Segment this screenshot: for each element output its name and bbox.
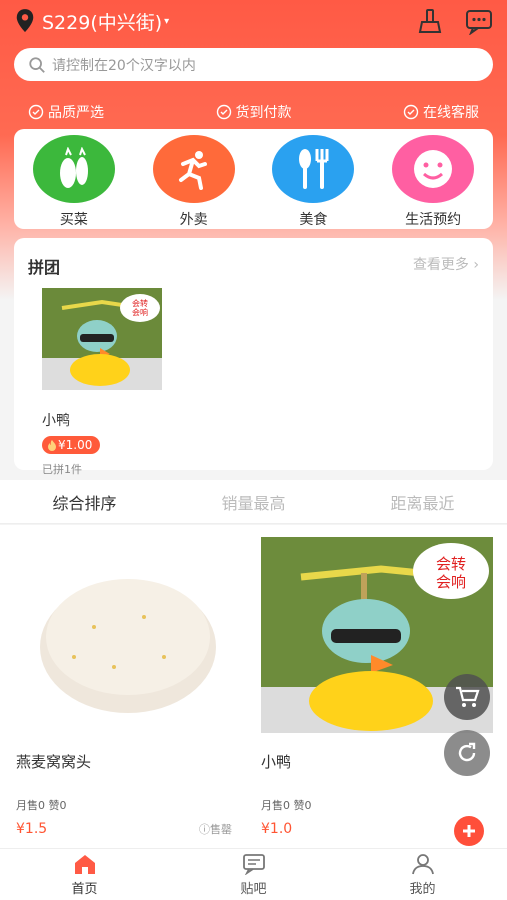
fire-icon — [48, 440, 56, 451]
tab-home[interactable]: 首页 — [0, 849, 169, 900]
check-circle-icon — [403, 104, 419, 120]
vegetables-icon — [32, 135, 115, 203]
top-bar: S229(中兴街) ▾ — [0, 0, 507, 42]
search-icon — [29, 56, 45, 73]
utensils-icon — [272, 135, 355, 203]
broom-icon[interactable] — [417, 7, 445, 35]
group-item-name: 小鸭 — [42, 413, 70, 429]
search-input[interactable]: 请控制在20个汉字以内 — [14, 48, 493, 81]
chat-icon — [242, 853, 265, 875]
refresh-button[interactable] — [444, 730, 490, 776]
product-stats: 月售0 赞0 — [261, 799, 312, 812]
badge-cod: 货到付款 — [216, 102, 292, 122]
product-price: ¥1.0 — [261, 821, 293, 837]
product-name: 小鸭 — [261, 753, 292, 771]
service-badges: 品质严选 货到付款 在线客服 — [0, 102, 507, 122]
cart-button[interactable] — [444, 674, 490, 720]
check-circle-icon — [28, 104, 44, 120]
group-buy-item[interactable]: 会转 会响 小鸭 ¥1.00 已拼1件 — [42, 288, 162, 477]
sort-tab-sales[interactable]: 销量最高 — [221, 490, 285, 514]
cart-icon — [456, 686, 480, 707]
runner-icon — [152, 135, 235, 203]
badge-service: 在线客服 — [403, 102, 479, 122]
sort-tab-distance[interactable]: 距离最近 — [390, 490, 454, 514]
plus-icon — [463, 825, 475, 837]
svg-text:会响: 会响 — [132, 307, 148, 317]
group-buy-section: 拼团 查看更多 › 会转 会响 小鸭 ¥1.00 已拼1件 — [14, 238, 493, 476]
category-food[interactable]: 美食 — [263, 135, 363, 229]
product-name: 燕麦窝窝头 — [16, 753, 92, 771]
sort-tab-overall[interactable]: 综合排序 — [52, 490, 116, 514]
group-item-price: ¥1.00 — [42, 436, 101, 454]
svg-text:会响: 会响 — [436, 573, 466, 591]
location-text: S229(中兴街) — [42, 11, 163, 34]
home-icon — [74, 854, 95, 874]
view-more-link[interactable]: 查看更多 › — [413, 254, 479, 278]
add-to-cart-button[interactable] — [454, 816, 484, 846]
svg-text:会转: 会转 — [132, 298, 148, 308]
category-grid: 买菜 外卖 美食 生活预约 — [14, 129, 493, 229]
user-icon — [411, 853, 434, 874]
steamed-bun-image — [4, 537, 236, 733]
product-stats: 月售0 赞0 — [16, 799, 67, 812]
group-buy-title: 拼团 — [28, 258, 61, 277]
product-card[interactable]: 燕麦窝窝头 月售0 赞0 ¥1.5 ⓘ售罄 — [0, 525, 240, 848]
message-icon[interactable] — [465, 7, 493, 35]
bottom-tab-bar: 首页 贴吧 我的 — [0, 848, 507, 900]
chevron-down-icon: ▾ — [164, 15, 170, 27]
tab-forum[interactable]: 贴吧 — [169, 849, 338, 900]
group-item-sold: 已拼1件 — [42, 463, 82, 476]
product-grid: 燕麦窝窝头 月售0 赞0 ¥1.5 ⓘ售罄 会转 会响 小鸭 月售0 赞0 ¥1… — [0, 525, 507, 848]
search-placeholder: 请控制在20个汉字以内 — [52, 57, 196, 74]
product-price: ¥1.5 — [16, 821, 48, 837]
svg-text:会转: 会转 — [436, 555, 466, 573]
category-life[interactable]: 生活预约 — [383, 135, 483, 229]
sold-out-label: ⓘ售罄 — [199, 823, 232, 836]
badge-quality: 品质严选 — [28, 102, 104, 122]
smiley-icon — [392, 135, 475, 203]
category-vegetables[interactable]: 买菜 — [24, 135, 124, 229]
tab-mine[interactable]: 我的 — [338, 849, 507, 900]
category-takeout[interactable]: 外卖 — [144, 135, 244, 229]
duck-product-image: 会转 会响 — [42, 288, 162, 390]
refresh-icon — [458, 742, 476, 762]
sort-bar: 综合排序 销量最高 距离最近 — [0, 480, 507, 524]
location-selector[interactable]: S229(中兴街) ▾ — [14, 8, 169, 35]
check-circle-icon — [216, 104, 231, 120]
location-pin-icon — [16, 9, 34, 33]
